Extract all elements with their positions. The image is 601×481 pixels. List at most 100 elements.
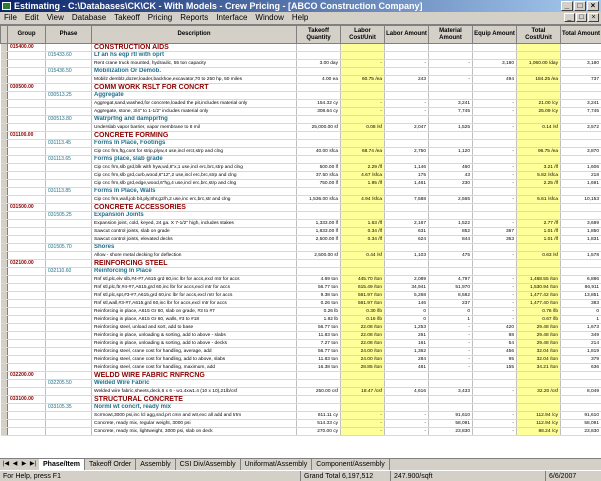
labor-amount[interactable]: 243 — [384, 75, 429, 84]
column-header-total-cost-unit[interactable]: Total Cost/Unit — [516, 25, 561, 44]
item-description[interactable]: Underslab vapor barrier, vapor membrane … — [91, 123, 297, 132]
phase-code[interactable]: 031113.45 — [45, 139, 92, 148]
row-selector[interactable] — [0, 51, 8, 60]
material-amount-cell[interactable] — [428, 83, 473, 92]
table-row[interactable]: Cip cnc frm,slb grd,edge,wood,6"hg,4 use… — [0, 179, 601, 188]
phase-cell[interactable] — [45, 59, 92, 68]
row-selector[interactable] — [0, 363, 8, 372]
material-amount-cell[interactable] — [428, 43, 473, 52]
equip-amount-cell[interactable] — [472, 91, 517, 100]
material-amount[interactable]: 475 — [428, 251, 473, 260]
tab-component-assembly[interactable]: Component/Assembly — [312, 459, 390, 470]
total-amount[interactable]: 383 — [560, 299, 601, 308]
equip-amount[interactable]: - — [472, 307, 517, 316]
labor-amount-cell[interactable] — [384, 379, 429, 388]
total-cost-unit-cell[interactable] — [516, 371, 561, 380]
group-cell[interactable] — [7, 123, 46, 132]
group-cell[interactable] — [7, 427, 46, 436]
phase-cell[interactable] — [45, 371, 92, 380]
total-cost-unit-cell[interactable] — [516, 83, 561, 92]
total-amount-cell[interactable] — [560, 203, 601, 212]
labor-cost-unit[interactable]: 1.63 /lf — [340, 219, 385, 228]
equip-amount-cell[interactable] — [472, 83, 517, 92]
material-amount[interactable]: - — [428, 363, 473, 372]
group-cell[interactable] — [7, 219, 46, 228]
total-amount-cell[interactable] — [560, 51, 601, 60]
phase-cell[interactable] — [45, 307, 92, 316]
takeoff-quantity-cell[interactable] — [296, 187, 341, 196]
labor-amount[interactable]: 2,089 — [384, 275, 429, 284]
group-cell[interactable] — [7, 59, 46, 68]
total-cost-unit-cell[interactable] — [516, 211, 561, 220]
material-amount[interactable]: - — [428, 75, 473, 84]
total-amount[interactable]: 6,886 — [560, 275, 601, 284]
group-cell[interactable] — [7, 291, 46, 300]
group-cell[interactable] — [7, 315, 46, 324]
material-amount[interactable]: 460 — [428, 163, 473, 172]
group-cell[interactable] — [7, 379, 46, 388]
total-cost-unit-cell[interactable] — [516, 131, 561, 140]
table-row[interactable]: Rent crane truck mounted, hydraulic, 55 … — [0, 59, 601, 68]
total-cost-unit[interactable]: 1,477.42 /ton — [516, 291, 561, 300]
total-amount[interactable]: 8,049 — [560, 387, 601, 396]
phase-code[interactable]: 031113.85 — [45, 187, 92, 196]
labor-cost-unit-cell[interactable] — [340, 243, 385, 252]
takeoff-quantity-cell[interactable] — [296, 211, 341, 220]
table-row[interactable]: Underslab vapor barrier, vapor membrane … — [0, 123, 601, 132]
table-row[interactable]: Concrete, ready mix, lightweight, 3000 p… — [0, 427, 601, 436]
equip-amount[interactable]: 420 — [472, 323, 517, 332]
labor-amount[interactable]: 1,103 — [384, 251, 429, 260]
labor-amount-cell[interactable] — [384, 67, 429, 76]
equip-amount[interactable]: 494 — [472, 75, 517, 84]
equip-amount[interactable]: - — [472, 219, 517, 228]
table-row[interactable]: Rnf stl,plc,elv slb,#4-#7,A615 grd 60,in… — [0, 275, 601, 284]
phase-description[interactable]: Reinforcing In Place — [91, 267, 297, 276]
phase-code[interactable]: 030513.25 — [45, 91, 92, 100]
phase-row[interactable]: 015436.50 Mobilization Or Demob. — [0, 67, 601, 76]
total-cost-unit[interactable]: 0.63 /sf — [516, 251, 561, 260]
row-selector[interactable] — [0, 211, 8, 220]
phase-row[interactable]: 033105.35 Norml wt concrt, ready mix — [0, 403, 601, 412]
labor-cost-unit-cell[interactable] — [340, 211, 385, 220]
takeoff-quantity[interactable]: 4.69 ton — [296, 275, 341, 284]
takeoff-quantity[interactable]: 16.38 ton — [296, 363, 341, 372]
total-amount[interactable]: 1,819 — [560, 347, 601, 356]
item-description[interactable]: Concrete, ready mix, regular weight, 300… — [91, 419, 297, 428]
row-selector[interactable] — [0, 419, 8, 428]
table-row[interactable]: Cip cnc frm,wall,job bit,ply,8hr,g2/h,2 … — [0, 195, 601, 204]
takeoff-quantity-cell[interactable] — [296, 43, 341, 52]
labor-amount[interactable]: 2,750 — [384, 147, 429, 156]
group-code[interactable]: 015400.00 — [7, 43, 46, 52]
labor-cost-unit[interactable]: 0.30 /lb — [340, 307, 385, 316]
total-amount[interactable]: 3,689 — [560, 219, 601, 228]
group-cell[interactable] — [7, 99, 46, 108]
material-amount-cell[interactable] — [428, 155, 473, 164]
table-row[interactable]: Sawcut control joints, elevated decks 2,5… — [0, 235, 601, 244]
takeoff-quantity[interactable]: 500.00 lf — [296, 163, 341, 172]
item-description[interactable]: Cip cnc frm,wall,job bit,ply,8hr,g2/h,2 … — [91, 195, 297, 204]
equip-amount[interactable]: - — [472, 427, 517, 436]
row-selector[interactable] — [0, 267, 8, 276]
phase-row[interactable]: 031505.25 Expansion Joints — [0, 211, 601, 220]
takeoff-quantity[interactable]: 56.77 ton — [296, 323, 341, 332]
equip-amount[interactable]: - — [472, 251, 517, 260]
equip-amount[interactable]: 95 — [472, 355, 517, 364]
table-row[interactable]: Reinforcing steel, crane cost for handli… — [0, 363, 601, 372]
equip-amount[interactable]: - — [472, 123, 517, 132]
menu-view[interactable]: View — [43, 12, 68, 24]
item-description[interactable]: Aggregate, stone, 3/4" to 1-1/2" include… — [91, 107, 297, 116]
takeoff-quantity[interactable]: 56.77 ton — [296, 283, 341, 292]
labor-cost-unit[interactable]: 22.08 /ton — [340, 331, 385, 340]
phase-description[interactable]: Norml wt concrt, ready mix — [91, 403, 297, 412]
group-cell[interactable] — [7, 275, 46, 284]
phase-row[interactable]: 030513.80 Watrprfng and dampprfng — [0, 115, 601, 124]
equip-amount[interactable]: 363 — [472, 235, 517, 244]
close-button[interactable]: × — [587, 1, 599, 11]
equip-amount[interactable]: 456 — [472, 347, 517, 356]
phase-description[interactable]: Lf an hs eqp rtl with oprt — [91, 51, 297, 60]
phase-cell[interactable] — [45, 131, 92, 140]
labor-cost-unit[interactable]: 28.85 /ton — [340, 363, 385, 372]
labor-cost-unit[interactable]: 1.95 /lf — [340, 179, 385, 188]
takeoff-quantity-cell[interactable] — [296, 379, 341, 388]
material-amount[interactable]: 844 — [428, 235, 473, 244]
